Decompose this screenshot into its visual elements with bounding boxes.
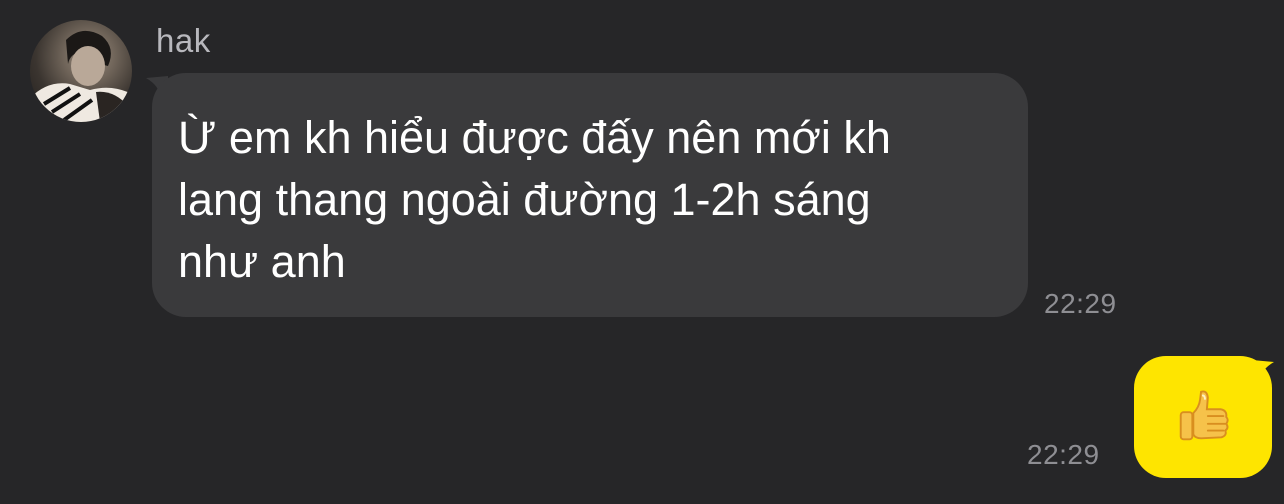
outgoing-bubble-tail [1252,360,1274,382]
avatar-photo-icon [30,30,132,122]
thumbs-up-icon [1172,386,1234,448]
chat-conversation: hak Ừ em kh hiểu được đấy nên mới kh lan… [0,0,1284,504]
sender-avatar[interactable] [30,20,132,122]
incoming-message-bubble[interactable]: Ừ em kh hiểu được đấy nên mới kh lang th… [152,73,1028,317]
incoming-message-timestamp: 22:29 [1044,288,1117,319]
incoming-message-text: Ừ em kh hiểu được đấy nên mới kh lang th… [178,112,891,287]
sender-name: hak [156,22,211,59]
outgoing-message-timestamp: 22:29 [1027,439,1100,470]
